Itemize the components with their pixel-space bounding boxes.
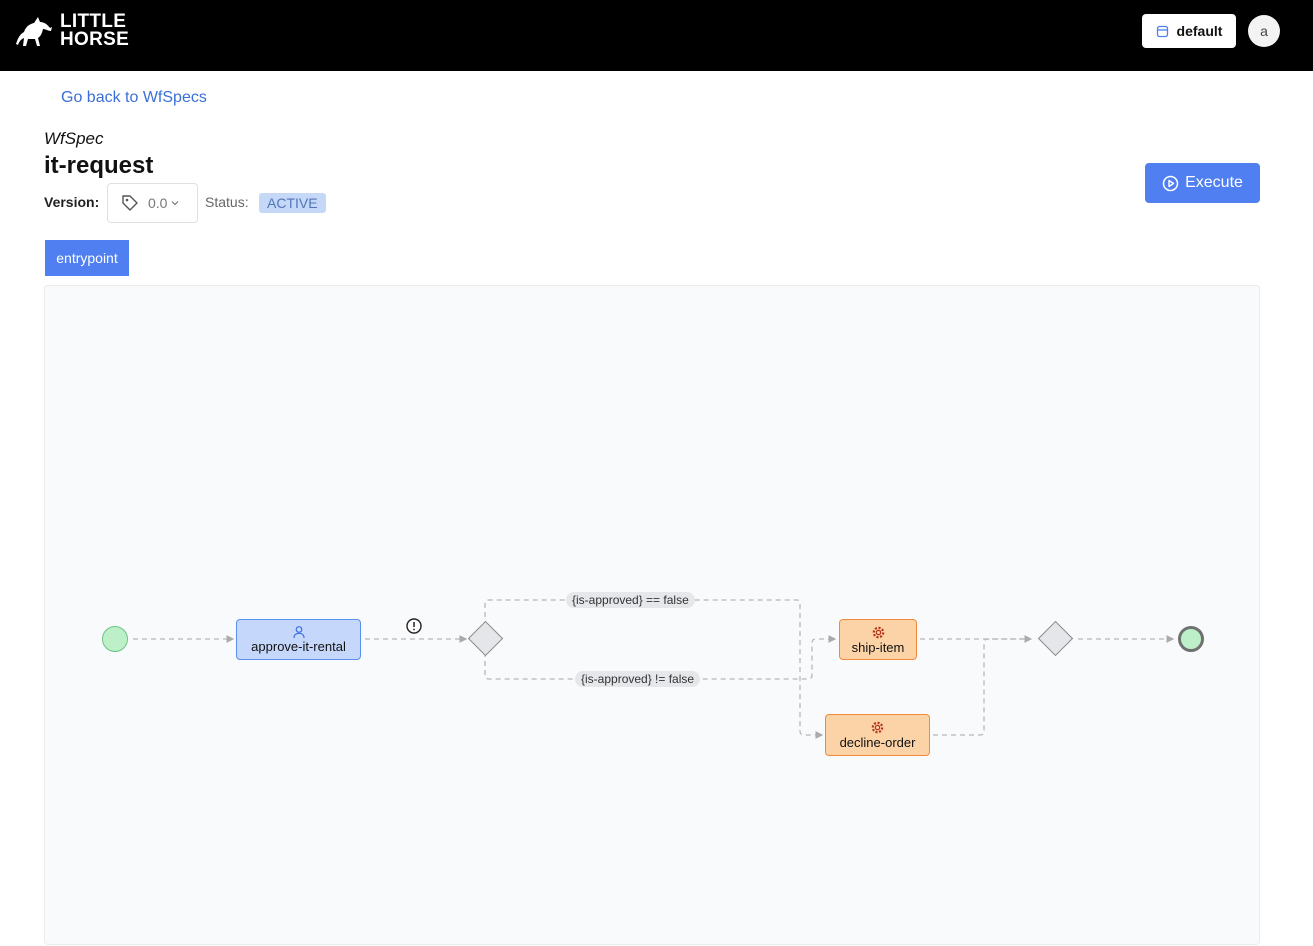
execute-button[interactable]: Execute: [1145, 163, 1260, 203]
status-label: Status:: [205, 194, 249, 210]
tenant-label: default: [1176, 23, 1223, 39]
start-event-node[interactable]: [102, 626, 128, 652]
horse-icon: [16, 17, 52, 46]
user-task-node[interactable]: approve-it-rental: [236, 619, 361, 660]
edge-label-false-condition: {is-approved} == false: [566, 592, 695, 608]
workflow-diagram-canvas[interactable]: approve-it-rental {is-approved} == false…: [44, 285, 1260, 945]
exception-handler-icon[interactable]: [405, 617, 423, 635]
decline-order-task-node[interactable]: decline-order: [825, 714, 930, 756]
version-value: 0.0: [148, 195, 168, 211]
ship-item-label: ship-item: [851, 639, 905, 655]
user-avatar[interactable]: a: [1248, 15, 1280, 47]
top-navigation-bar: LITTLE HORSE default a: [0, 0, 1313, 71]
database-icon: [1156, 25, 1168, 37]
decline-order-label: decline-order: [839, 735, 916, 750]
gear-icon: [871, 721, 884, 734]
version-label: Version:: [44, 194, 100, 210]
diagram-edges: [133, 599, 1175, 739]
ship-item-task-node[interactable]: ship-item: [839, 619, 917, 660]
edge-branch-false: [484, 599, 824, 739]
tag-icon: [122, 195, 138, 211]
end-event-node[interactable]: [1178, 626, 1204, 652]
version-select[interactable]: 0.0: [107, 183, 198, 223]
edge-label-not-false-condition: {is-approved} != false: [575, 671, 701, 687]
execute-label: Execute: [1185, 174, 1243, 191]
gear-icon: [872, 626, 884, 638]
little-horse-logo[interactable]: LITTLE HORSE: [14, 11, 130, 50]
logo-text: LITTLE HORSE: [60, 11, 130, 50]
edge-decline-to-merge: [933, 638, 1031, 736]
user-icon: [292, 626, 305, 639]
status-badge: ACTIVE: [259, 193, 326, 213]
tenant-selector-button[interactable]: default: [1142, 14, 1236, 48]
back-to-wfspecs-link[interactable]: Go back to WfSpecs: [61, 89, 207, 107]
user-task-label: approve-it-rental: [251, 639, 346, 654]
tab-entrypoint[interactable]: entrypoint: [45, 240, 129, 276]
resource-kind-label: WfSpec: [44, 129, 104, 148]
page-title: it-request: [44, 152, 154, 179]
chevron-down-icon: [172, 201, 179, 206]
play-circle-icon: [1162, 175, 1179, 191]
